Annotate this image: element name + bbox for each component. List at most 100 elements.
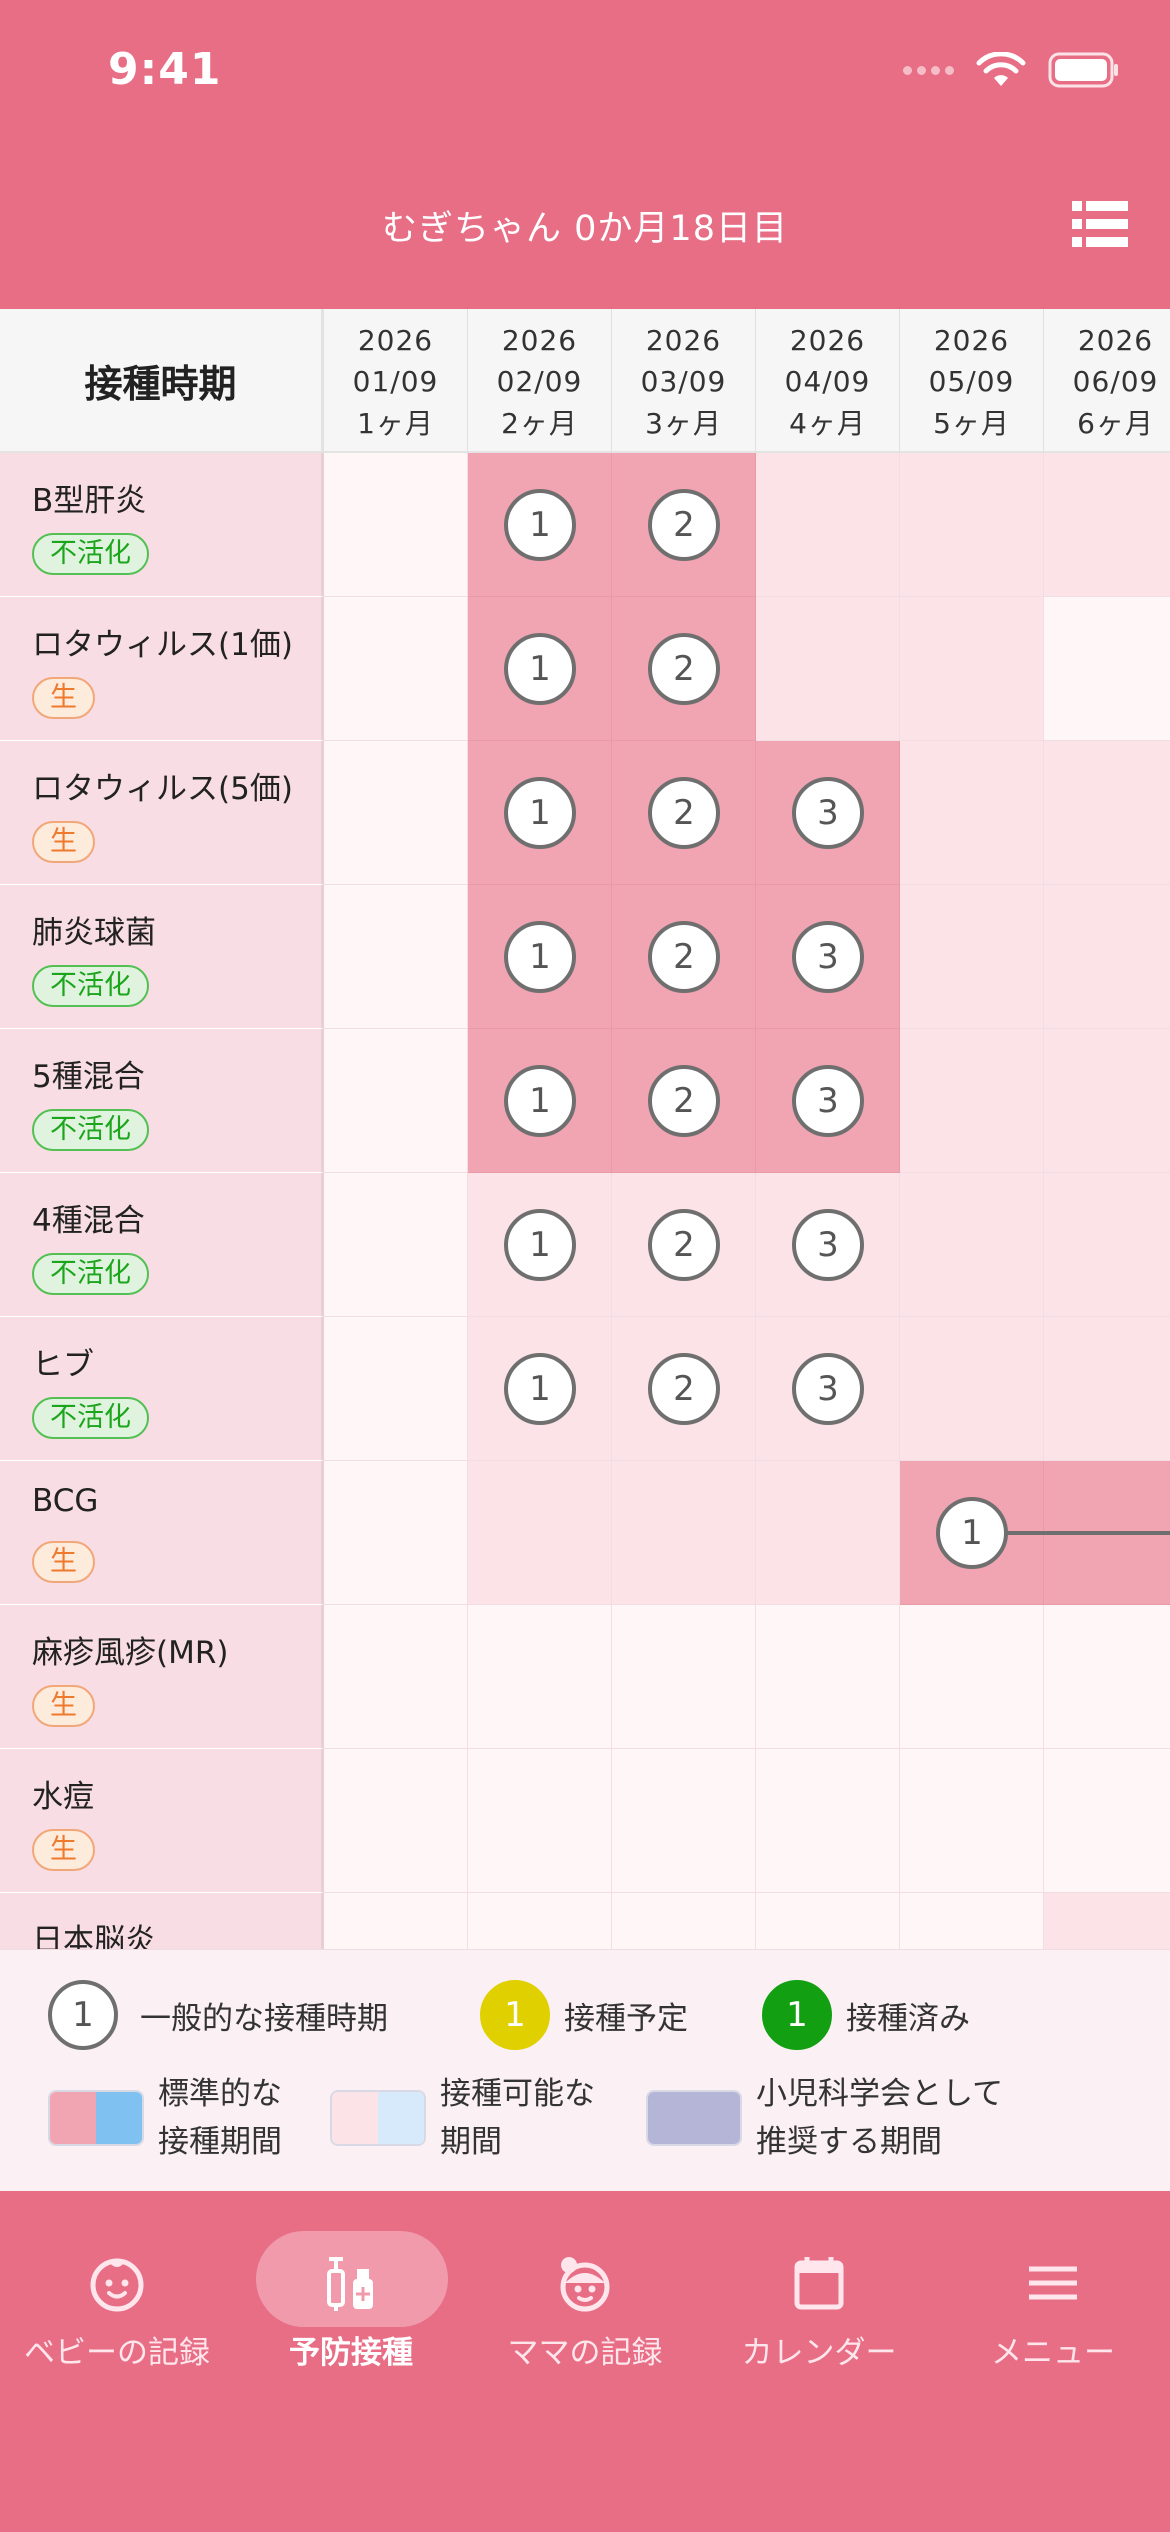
tab-label: ベビーの記録 (24, 2335, 210, 2371)
schedule-cell[interactable] (1044, 597, 1170, 741)
vaccine-row-label[interactable]: 肺炎球菌 不活化 (0, 885, 324, 1029)
dose-marker[interactable]: 2 (648, 1353, 720, 1425)
schedule-cell[interactable] (468, 1893, 612, 1949)
schedule-cell[interactable] (900, 1749, 1044, 1893)
schedule-cell[interactable] (900, 1029, 1044, 1173)
vaccine-row-label[interactable]: 5種混合 不活化 (0, 1029, 324, 1173)
schedule-cell[interactable] (1044, 1893, 1170, 1949)
dose-marker[interactable]: 3 (792, 1065, 864, 1137)
dose-marker[interactable]: 1 (936, 1497, 1008, 1569)
dose-marker[interactable]: 3 (792, 777, 864, 849)
schedule-cell[interactable] (900, 1173, 1044, 1317)
dose-marker[interactable]: 1 (504, 489, 576, 561)
schedule-cell[interactable] (612, 1893, 756, 1949)
schedule-cell[interactable] (900, 597, 1044, 741)
dose-marker[interactable]: 1 (504, 1209, 576, 1281)
vaccine-row-label[interactable]: B型肝炎 不活化 (0, 453, 324, 597)
schedule-cell[interactable] (756, 597, 900, 741)
child-name-age-title: むぎちゃん 0か月18日目 (382, 209, 788, 249)
column-month: 3ヶ月 (645, 407, 722, 440)
legend-recommended-label: 小児科学会として 推奨する期間 (756, 2076, 1004, 2160)
schedule-cell[interactable] (468, 1605, 612, 1749)
dose-marker[interactable]: 1 (504, 1065, 576, 1137)
tab-vaccination[interactable]: 予防接種 (234, 2231, 468, 2372)
dose-marker[interactable]: 3 (792, 1209, 864, 1281)
schedule-cell[interactable] (1044, 741, 1170, 885)
schedule-cell[interactable] (900, 1317, 1044, 1461)
schedule-cell[interactable] (900, 1893, 1044, 1949)
schedule-cell[interactable] (900, 453, 1044, 597)
dose-marker[interactable]: 1 (504, 921, 576, 993)
dose-marker[interactable]: 1 (504, 777, 576, 849)
tab-calendar[interactable]: カレンダー (702, 2231, 936, 2372)
vaccine-row-label[interactable]: 麻疹風疹(MR) 生 (0, 1605, 324, 1749)
vaccine-type-badge: 不活化 (32, 1253, 149, 1295)
schedule-cell[interactable] (324, 1461, 468, 1605)
schedule-cell[interactable] (1044, 1605, 1170, 1749)
tab-baby-record[interactable]: ベビーの記録 (0, 2231, 234, 2372)
schedule-cell[interactable] (612, 1749, 756, 1893)
schedule-cell[interactable] (756, 1749, 900, 1893)
schedule-cell[interactable] (900, 885, 1044, 1029)
vaccine-row-label[interactable]: 日本脳炎 (0, 1893, 324, 1949)
schedule-cell[interactable] (324, 885, 468, 1029)
schedule-cell[interactable] (324, 1749, 468, 1893)
mama-face-icon (560, 2257, 610, 2312)
schedule-cell[interactable] (756, 1605, 900, 1749)
schedule-cell[interactable] (324, 1029, 468, 1173)
schedule-cell[interactable] (324, 453, 468, 597)
vaccine-row-label[interactable]: 水痘生 (0, 1749, 324, 1893)
vaccine-row-label[interactable]: BCG 生 (0, 1461, 324, 1605)
schedule-cell[interactable] (1044, 885, 1170, 1029)
column-year: 2026 (645, 324, 722, 357)
tab-menu[interactable]: メニュー (936, 2231, 1170, 2372)
dose-marker[interactable]: 2 (648, 489, 720, 561)
schedule-cell[interactable] (756, 453, 900, 597)
schedule-cell[interactable] (324, 1893, 468, 1949)
schedule-cell[interactable] (900, 741, 1044, 885)
list-view-icon[interactable] (1072, 201, 1128, 247)
vaccine-name: B型肝炎 (32, 483, 147, 519)
column-month: 1ヶ月 (357, 407, 434, 440)
schedule-cell[interactable] (900, 1605, 1044, 1749)
schedule-cell[interactable] (468, 1461, 612, 1605)
dose-marker[interactable]: 1 (504, 633, 576, 705)
vaccine-row-label[interactable]: ヒブ 不活化 (0, 1317, 324, 1461)
schedule-cell[interactable] (1044, 1173, 1170, 1317)
tab-label: 予防接種 (289, 2335, 413, 2371)
vaccine-row-label[interactable]: ロタウィルス(5価) 生 (0, 741, 324, 885)
vaccine-row-label[interactable]: ロタウィルス(1価) 生 (0, 597, 324, 741)
schedule-cell[interactable] (612, 1461, 756, 1605)
vaccine-row-label[interactable]: 4種混合 不活化 (0, 1173, 324, 1317)
schedule-cell[interactable] (756, 1893, 900, 1949)
schedule-cell[interactable] (324, 1317, 468, 1461)
signal-icon (903, 65, 954, 75)
possible-period-swatch (330, 2090, 426, 2146)
dose-marker[interactable]: 2 (648, 1065, 720, 1137)
schedule-cell[interactable] (1044, 1317, 1170, 1461)
schedule-cell[interactable] (468, 1749, 612, 1893)
dose-marker[interactable]: 3 (792, 1353, 864, 1425)
schedule-cell[interactable] (1044, 1029, 1170, 1173)
dose-marker[interactable]: 3 (792, 921, 864, 993)
dose-marker[interactable]: 1 (504, 1353, 576, 1425)
vaccine-type-badge: 生 (32, 1685, 95, 1727)
tab-label: ママの記録 (507, 2335, 663, 2371)
dose-marker[interactable]: 2 (648, 921, 720, 993)
schedule-cell[interactable] (324, 1605, 468, 1749)
dose-marker[interactable]: 2 (648, 777, 720, 849)
schedule-cell[interactable] (1044, 453, 1170, 597)
legend-general: 1 一般的な接種時期 (48, 1980, 388, 2050)
tab-label: メニュー (991, 2335, 1115, 2371)
dose-marker[interactable]: 2 (648, 1209, 720, 1281)
schedule-cell[interactable] (1044, 1749, 1170, 1893)
schedule-cell[interactable] (612, 1605, 756, 1749)
tab-mama-record[interactable]: ママの記録 (468, 2231, 702, 2372)
schedule-cell[interactable] (324, 741, 468, 885)
schedule-cell[interactable] (324, 597, 468, 741)
dose-marker[interactable]: 2 (648, 633, 720, 705)
column-date: 05/09 (928, 365, 1015, 398)
schedule-cell[interactable] (324, 1173, 468, 1317)
vaccine-type-badge: 不活化 (32, 1397, 149, 1439)
schedule-cell[interactable] (756, 1461, 900, 1605)
